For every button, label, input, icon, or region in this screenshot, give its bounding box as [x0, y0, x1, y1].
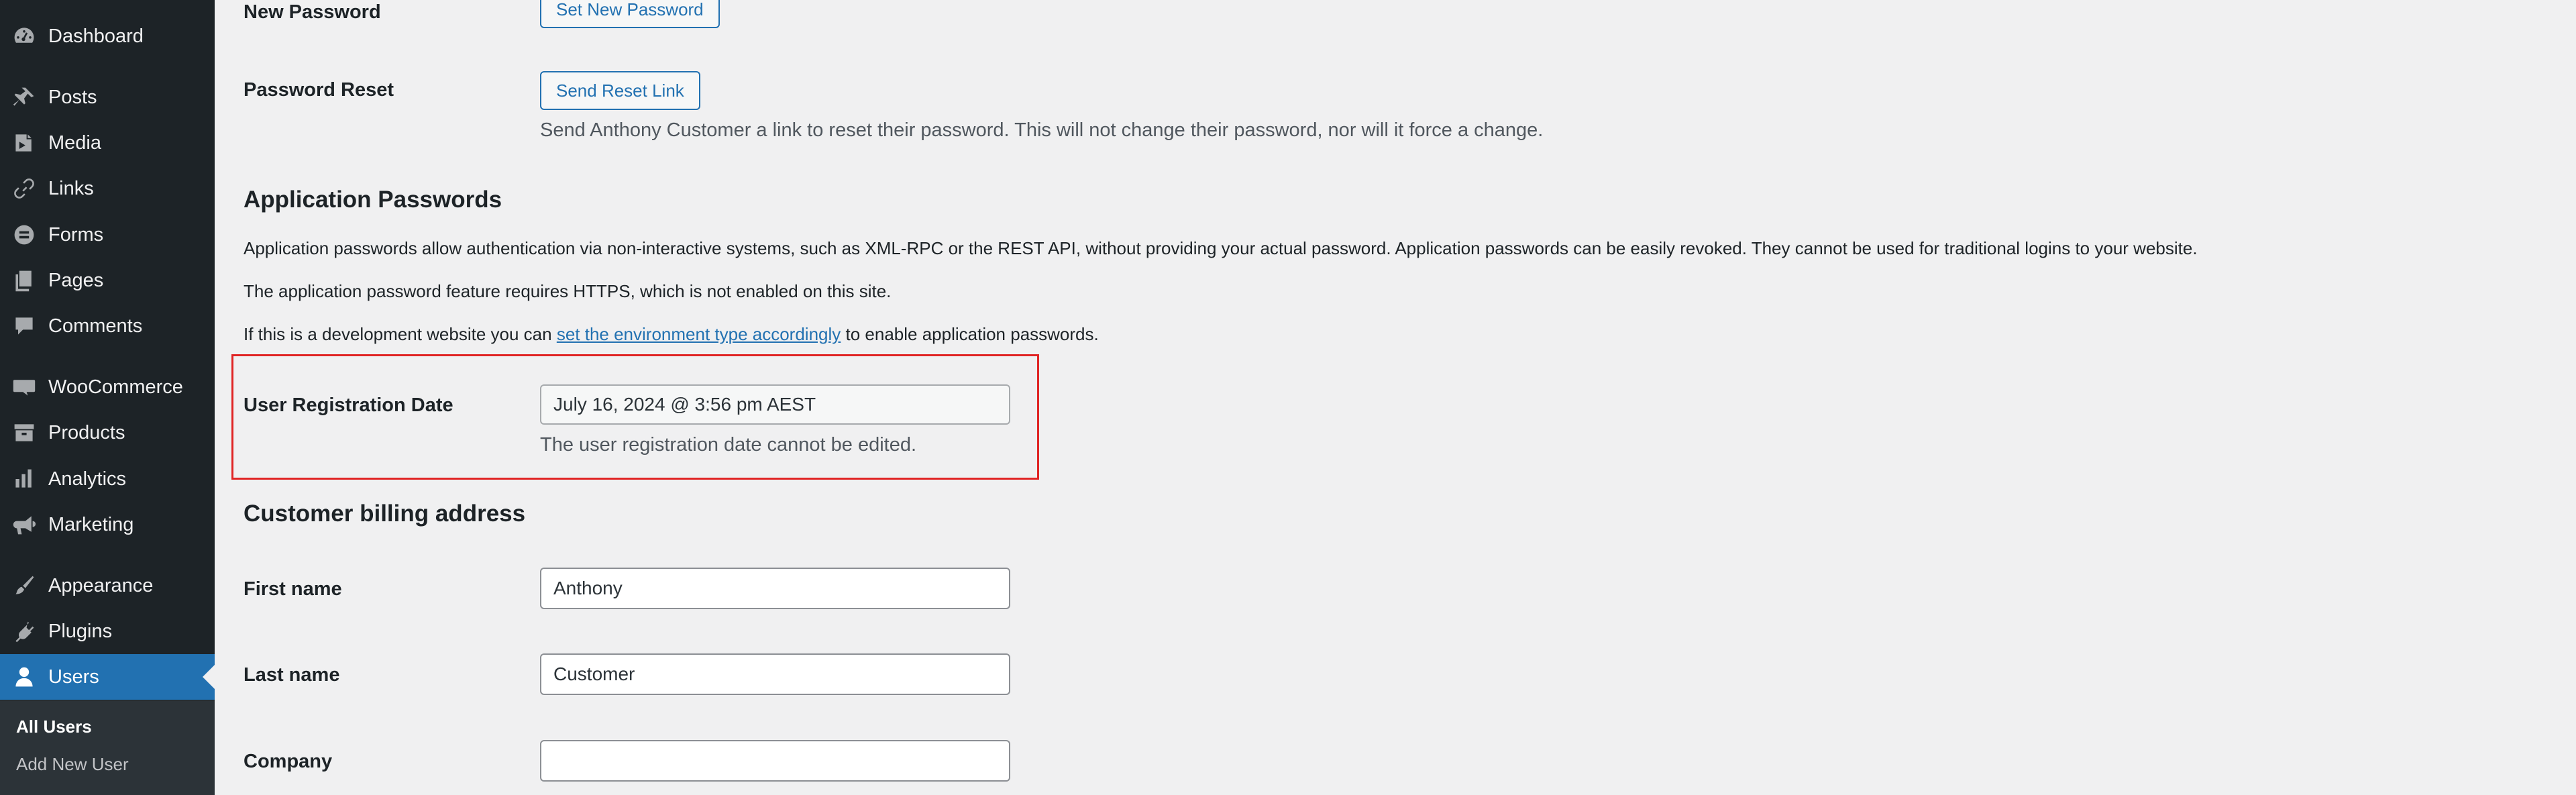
password-reset-description: Send Anthony Customer a link to reset th… — [540, 119, 1544, 141]
first-name-input[interactable]: Anthony — [540, 568, 1010, 609]
sidebar-item-posts[interactable]: Posts — [0, 74, 215, 120]
user-icon — [0, 654, 48, 700]
sidebar-item-label: WooCommerce — [48, 376, 183, 398]
dev-notice-suffix: to enable application passwords. — [841, 324, 1099, 344]
sidebar-item-woocommerce[interactable]: WooCommerce — [0, 364, 215, 410]
sidebar-item-label: Pages — [48, 269, 104, 291]
development-site-notice: If this is a development website you can… — [244, 324, 1099, 345]
sidebar-item-pages[interactable]: Pages — [0, 258, 215, 303]
admin-sidebar: Dashboard Posts Media Links Forms Pages — [0, 0, 215, 795]
sidebar-item-label: Marketing — [48, 513, 134, 535]
send-reset-link-button[interactable]: Send Reset Link — [540, 71, 700, 110]
sidebar-item-forms[interactable]: Forms — [0, 212, 215, 258]
sidebar-item-label: Plugins — [48, 620, 113, 642]
sidebar-item-marketing[interactable]: Marketing — [0, 502, 215, 547]
sidebar-item-label: Products — [48, 421, 125, 443]
application-passwords-title: Application Passwords — [244, 187, 502, 213]
registration-date-note: The user registration date cannot be edi… — [540, 434, 917, 456]
pages-icon — [0, 258, 48, 303]
set-new-password-button[interactable]: Set New Password — [540, 0, 720, 28]
sidebar-item-label: Links — [48, 177, 94, 199]
submenu-item-add-new-user[interactable]: Add New User — [16, 754, 129, 775]
archive-icon — [0, 410, 48, 456]
company-label: Company — [244, 751, 333, 772]
user-registration-date-label: User Registration Date — [244, 394, 453, 416]
sidebar-item-products[interactable]: Products — [0, 410, 215, 456]
sidebar-item-plugins[interactable]: Plugins — [0, 608, 215, 654]
sidebar-item-users[interactable]: Users — [0, 654, 215, 700]
sidebar-item-label: Users — [48, 666, 99, 688]
bar-chart-icon — [0, 456, 48, 502]
sidebar-item-media[interactable]: Media — [0, 120, 215, 166]
company-input[interactable] — [540, 740, 1010, 782]
last-name-label: Last name — [244, 664, 340, 686]
sidebar-item-dashboard[interactable]: Dashboard — [0, 13, 215, 59]
plug-icon — [0, 608, 48, 654]
users-submenu: All Users Add New User — [0, 700, 215, 795]
paintbrush-icon — [0, 563, 48, 608]
dashboard-icon — [0, 13, 48, 59]
media-icon — [0, 120, 48, 166]
sidebar-item-appearance[interactable]: Appearance — [0, 563, 215, 608]
first-name-label: First name — [244, 578, 342, 600]
last-name-input[interactable]: Customer — [540, 653, 1010, 695]
application-passwords-description: Application passwords allow authenticati… — [244, 238, 2198, 258]
sidebar-item-label: Analytics — [48, 468, 127, 490]
sidebar-item-label: Forms — [48, 223, 104, 246]
submenu-item-all-users[interactable]: All Users — [16, 717, 92, 737]
megaphone-icon — [0, 502, 48, 547]
https-notice: The application password feature require… — [244, 281, 892, 301]
sidebar-item-label: Dashboard — [48, 25, 144, 47]
link-icon — [0, 166, 48, 211]
sidebar-item-analytics[interactable]: Analytics — [0, 456, 215, 502]
sidebar-item-comments[interactable]: Comments — [0, 303, 215, 349]
pushpin-icon — [0, 74, 48, 120]
sidebar-item-label: Media — [48, 131, 101, 154]
sidebar-item-label: Posts — [48, 86, 97, 108]
forms-icon — [0, 212, 48, 258]
password-reset-label: Password Reset — [244, 79, 394, 101]
environment-type-link[interactable]: set the environment type accordingly — [557, 324, 841, 344]
woo-icon — [0, 364, 48, 410]
sidebar-item-label: Comments — [48, 315, 143, 337]
user-registration-date-field: July 16, 2024 @ 3:56 pm AEST — [540, 384, 1010, 425]
new-password-label: New Password — [244, 1, 381, 23]
billing-address-title: Customer billing address — [244, 500, 526, 527]
comment-icon — [0, 303, 48, 349]
sidebar-item-label: Appearance — [48, 574, 154, 596]
dev-notice-prefix: If this is a development website you can — [244, 324, 557, 344]
sidebar-item-links[interactable]: Links — [0, 166, 215, 211]
